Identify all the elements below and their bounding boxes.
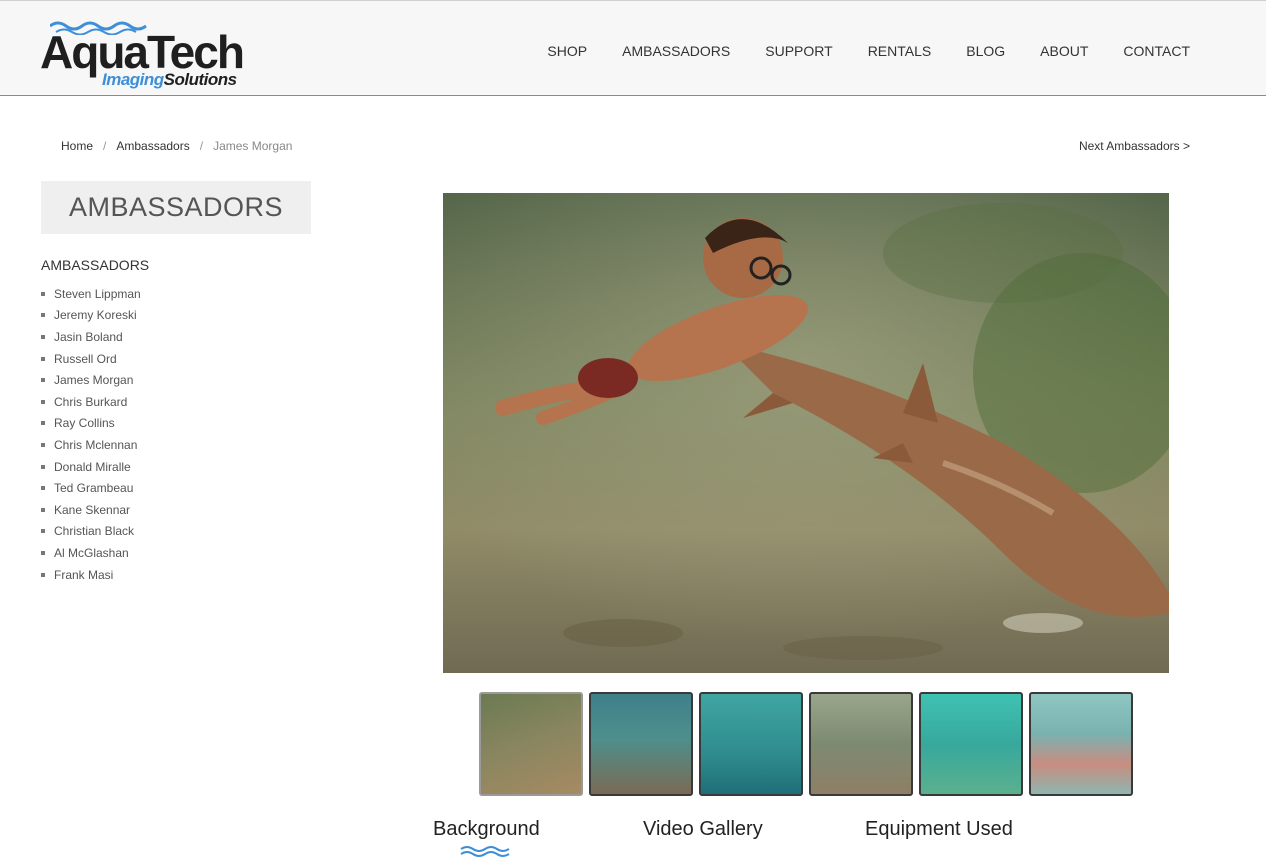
bullet-icon xyxy=(41,486,45,491)
sidebar-item-label: Ray Collins xyxy=(54,416,115,431)
logo-tagline: ImagingSolutions xyxy=(102,71,237,89)
sidebar-item-label: Ted Grambeau xyxy=(54,481,134,496)
sidebar-item-label: Kane Skennar xyxy=(54,502,131,517)
thumbnail-6[interactable] xyxy=(1029,692,1133,796)
sidebar-title-box: AMBASSADORS xyxy=(41,181,311,234)
sidebar-item-label: Steven Lippman xyxy=(54,286,141,301)
thumbnail-2[interactable] xyxy=(589,692,693,796)
sidebar-item-steven-lippman[interactable]: Steven Lippman xyxy=(41,283,141,305)
aquatech-logo[interactable]: AquaTech ImagingSolutions xyxy=(40,19,245,91)
sidebar-item-james-morgan[interactable]: James Morgan xyxy=(41,369,141,391)
nav-blog[interactable]: BLOG xyxy=(966,42,1005,60)
nav-support[interactable]: SUPPORT xyxy=(765,42,832,60)
sidebar-heading: AMBASSADORS xyxy=(41,257,150,273)
bullet-icon xyxy=(41,291,45,296)
thumbnail-4[interactable] xyxy=(809,692,913,796)
nav-shop[interactable]: SHOP xyxy=(547,42,587,60)
thumbnail-1[interactable] xyxy=(479,692,583,796)
bullet-icon xyxy=(41,378,45,383)
bullet-icon xyxy=(41,334,45,339)
sidebar-item-label: Jasin Boland xyxy=(54,329,123,344)
sidebar-item-donald-miralle[interactable]: Donald Miralle xyxy=(41,456,141,478)
bullet-icon xyxy=(41,421,45,426)
sidebar-item-ted-grambeau[interactable]: Ted Grambeau xyxy=(41,477,141,499)
sidebar-item-jeremy-koreski[interactable]: Jeremy Koreski xyxy=(41,305,141,327)
photo-illustration xyxy=(443,193,1169,673)
active-tab-wave-icon xyxy=(460,846,510,857)
sidebar-item-frank-masi[interactable]: Frank Masi xyxy=(41,564,141,586)
thumbnail-5[interactable] xyxy=(919,692,1023,796)
nav-rentals[interactable]: RENTALS xyxy=(868,42,932,60)
sidebar-item-label: Russell Ord xyxy=(54,351,117,366)
breadcrumb: Home / Ambassadors / James Morgan xyxy=(61,139,292,153)
sidebar-item-label: Christian Black xyxy=(54,524,135,539)
sidebar-item-jasin-boland[interactable]: Jasin Boland xyxy=(41,326,141,348)
logo-wordmark: AquaTech xyxy=(40,26,245,78)
ambassador-list: Steven Lippman Jeremy Koreski Jasin Bola… xyxy=(41,283,141,585)
sidebar-item-chris-burkard[interactable]: Chris Burkard xyxy=(41,391,141,413)
sidebar-item-label: Al McGlashan xyxy=(54,545,129,560)
bullet-icon xyxy=(41,529,45,534)
sidebar-item-chris-mclennan[interactable]: Chris Mclennan xyxy=(41,434,141,456)
sidebar-item-label: Chris Mclennan xyxy=(54,437,138,452)
thumbnail-3[interactable] xyxy=(699,692,803,796)
bullet-icon xyxy=(41,442,45,447)
tab-video-gallery[interactable]: Video Gallery xyxy=(643,818,763,841)
bullet-icon xyxy=(41,572,45,577)
breadcrumb-ambassadors[interactable]: Ambassadors xyxy=(116,139,189,153)
sidebar-item-label: Donald Miralle xyxy=(54,459,131,474)
logo-tagline-imaging: Imaging xyxy=(102,70,164,89)
gallery-thumbnails xyxy=(479,692,1139,796)
sidebar-title: AMBASSADORS xyxy=(68,192,284,222)
sidebar-item-label: James Morgan xyxy=(54,373,134,388)
breadcrumb-separator: / xyxy=(199,139,204,153)
next-ambassadors-link[interactable]: Next Ambassadors > xyxy=(1079,139,1190,153)
sidebar-item-label: Chris Burkard xyxy=(54,394,128,409)
sidebar-item-christian-black[interactable]: Christian Black xyxy=(41,521,141,543)
profile-tabs: Background Video Gallery Equipment Used xyxy=(0,818,1266,866)
bullet-icon xyxy=(41,399,45,404)
sidebar-item-russell-ord[interactable]: Russell Ord xyxy=(41,348,141,370)
sidebar-item-label: Frank Masi xyxy=(54,567,114,582)
main-nav: SHOP AMBASSADORS SUPPORT RENTALS BLOG AB… xyxy=(512,42,1190,60)
bullet-icon xyxy=(41,313,45,318)
bullet-icon xyxy=(41,356,45,361)
sidebar-item-al-mcglashan[interactable]: Al McGlashan xyxy=(41,542,141,564)
bullet-icon xyxy=(41,464,45,469)
tab-equipment-used[interactable]: Equipment Used xyxy=(865,818,1013,841)
bullet-icon xyxy=(41,550,45,555)
nav-about[interactable]: ABOUT xyxy=(1040,42,1088,60)
tab-background[interactable]: Background xyxy=(433,818,540,841)
nav-ambassadors[interactable]: AMBASSADORS xyxy=(622,42,730,60)
breadcrumb-current: James Morgan xyxy=(213,139,293,153)
breadcrumb-separator: / xyxy=(103,139,107,153)
site-header: AquaTech ImagingSolutions SHOP AMBASSADO… xyxy=(0,0,1266,96)
sidebar-item-ray-collins[interactable]: Ray Collins xyxy=(41,413,141,435)
sidebar-item-label: Jeremy Koreski xyxy=(54,308,137,323)
logo-tagline-solutions: Solutions xyxy=(163,70,237,89)
nav-contact[interactable]: CONTACT xyxy=(1123,42,1190,60)
sidebar-item-kane-skennar[interactable]: Kane Skennar xyxy=(41,499,141,521)
main-gallery-photo[interactable] xyxy=(443,193,1169,673)
breadcrumb-home[interactable]: Home xyxy=(61,139,93,153)
bullet-icon xyxy=(41,507,45,512)
